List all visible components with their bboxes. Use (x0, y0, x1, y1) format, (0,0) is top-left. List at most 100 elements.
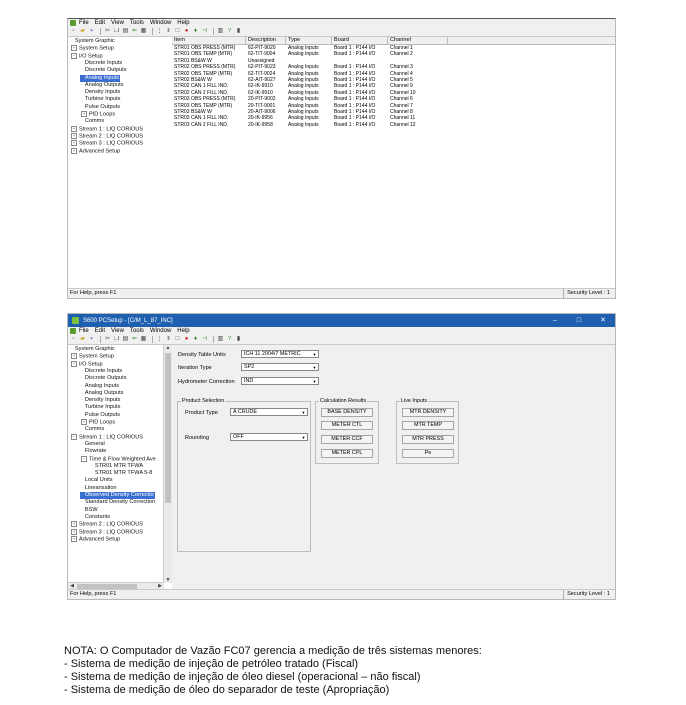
density-table-units-select[interactable]: ICH 11 2004/7 METRIC ▼ (241, 350, 319, 358)
tree-node[interactable]: Pulse Outputs (80, 412, 121, 419)
tree-node[interactable]: Stream 3 : LIQ CORIOUS (70, 529, 144, 536)
connect-icon[interactable]: ♦ (192, 28, 199, 35)
tree-node[interactable]: Observed Density Correctio (80, 492, 155, 499)
base-density-button[interactable]: BASE DENSITY (321, 408, 373, 417)
tree-icon[interactable]: ⋮ (156, 28, 163, 35)
table-row[interactable]: STR03 OBS PRESS (MTR) 20-PIT-9002 Analog I… (172, 96, 615, 102)
print-preview-icon[interactable]: ▦ (140, 28, 147, 35)
mtr-temp-button[interactable]: MTR TEMP (402, 421, 454, 430)
tree-node[interactable]: BSW (80, 507, 99, 514)
tree-node[interactable]: Pulse Outputs (80, 104, 121, 111)
menu-view[interactable]: View (111, 20, 124, 26)
tree-node[interactable]: Stream 1 : LIQ CORIOUS (70, 126, 144, 133)
mtr-press-button[interactable]: MTR PRESS (402, 435, 454, 444)
back-arrow-icon[interactable]: ⇐ (131, 28, 138, 35)
columns-icon[interactable]: ‖ (165, 28, 172, 35)
tree-node[interactable]: Density Inputs (80, 89, 121, 96)
tree-node[interactable]: Stream 2 : LIQ CORIOUS (70, 521, 144, 528)
tree-node[interactable]: STR01 MTR TFWA (90, 463, 144, 470)
menu-view[interactable]: View (111, 328, 124, 334)
tree-node[interactable]: Discrete Inputs (80, 60, 123, 67)
hydrometer-correction-select[interactable]: IND ▼ (241, 377, 319, 385)
open-folder-icon[interactable]: ▰ (79, 28, 86, 35)
tree-node[interactable]: Stream 1 : LIQ CORIOUS (70, 434, 144, 441)
tree-node[interactable]: Density Inputs (80, 397, 121, 404)
stop-icon[interactable]: ● (183, 336, 190, 343)
tree-node[interactable]: PID Loops (80, 419, 116, 426)
table-row[interactable]: STR02 CAN 2 FILL IND. 62-IK-9910 Analog In… (172, 90, 615, 96)
tree-node[interactable]: System Setup (70, 45, 115, 52)
tree-node[interactable]: Advanced Setup (70, 148, 121, 155)
print-preview-icon[interactable]: ▦ (140, 336, 147, 343)
paste-icon[interactable]: ▤ (122, 28, 129, 35)
save-icon[interactable]: ▪ (88, 336, 95, 343)
tree-node[interactable]: Analog Outputs (80, 82, 124, 89)
menu-file[interactable]: File (79, 328, 89, 334)
table-row[interactable]: STR01 OBS PRESS (MTR) 62-PIT-9020 Analog I… (172, 45, 615, 51)
tree-node[interactable]: System Graphic (70, 38, 116, 45)
save-icon[interactable]: ▪ (88, 28, 95, 35)
tree-node[interactable]: Discrete Outputs (80, 67, 128, 74)
tree-node[interactable]: Stream 3 : LIQ CORIOUS (70, 140, 144, 147)
help-icon[interactable]: ? (226, 336, 233, 343)
tree-node[interactable]: Time & Flow Weighted Ave (80, 456, 157, 463)
meter-ctl-button[interactable]: METER CTL (321, 421, 373, 430)
tree-node[interactable]: Discrete Outputs (80, 375, 128, 382)
mtr-density-button[interactable]: MTR DENSITY (402, 408, 454, 417)
menu-edit[interactable]: Edit (95, 328, 105, 334)
tree-node[interactable]: System Graphic (70, 346, 116, 353)
rectangle-icon[interactable]: □ (174, 336, 181, 343)
copy-icon[interactable]: ❐ (113, 336, 120, 343)
tree-node[interactable]: Analog Outputs (80, 390, 124, 397)
tree-vertical-scrollbar[interactable]: ▲ ▼ (163, 345, 172, 583)
transfer-icon[interactable]: ⊣ (201, 28, 208, 35)
tree-node[interactable]: Analog Inputs (80, 383, 120, 390)
tree-node[interactable]: Flowrate (80, 448, 107, 455)
tree-node[interactable]: Discrete Inputs (80, 368, 123, 375)
menu-help[interactable]: Help (177, 20, 189, 26)
tree-node[interactable]: Standard Density Correction (80, 499, 156, 506)
open-folder-icon[interactable]: ▰ (79, 336, 86, 343)
table-row[interactable]: STR01 OBS TEMP (MTR) 62-TIT-9004 Analog In… (172, 51, 615, 57)
tree-node[interactable]: Advanced Setup (70, 536, 121, 543)
minimize-icon[interactable]: – (543, 314, 567, 327)
menu-window[interactable]: Window (150, 328, 171, 334)
new-file-icon[interactable]: ▫ (70, 28, 77, 35)
tree-node[interactable]: I/O Setup (70, 361, 104, 368)
paste-icon[interactable]: ▤ (122, 336, 129, 343)
table-row[interactable]: STR01 BS&W W Unassigned (172, 58, 615, 64)
tree-node[interactable]: Comms (80, 118, 105, 125)
column-header-type[interactable]: Type (286, 37, 332, 44)
table-row[interactable]: STR03 OBS TEMP (MTR) 20-TIT-9001 Analog In… (172, 103, 615, 109)
help-icon[interactable]: ? (226, 28, 233, 35)
tree-node[interactable]: Constants (80, 514, 111, 521)
table-row[interactable]: STR03 CAN 1 FILL IND. 20-IK-9956 Analog In… (172, 115, 615, 121)
table-row[interactable]: STR02 OBS PRESS (MTR) 62-PIT-9023 Analog I… (172, 64, 615, 70)
back-arrow-icon[interactable]: ⇐ (131, 336, 138, 343)
tree-node[interactable]: Turbine Inputs (80, 96, 121, 103)
copy-icon[interactable]: ❐ (113, 28, 120, 35)
column-header-channel[interactable]: Channel (388, 37, 448, 44)
columns-icon[interactable]: ‖ (165, 336, 172, 343)
print-icon[interactable]: ▥ (217, 336, 224, 343)
tree-node[interactable]: Linearisation (80, 485, 118, 492)
table-row[interactable]: STR02 BS&W W 62-AIT-9027 Analog Inputs Boar… (172, 77, 615, 83)
tree-node[interactable]: I/O Setup (70, 53, 104, 60)
menu-edit[interactable]: Edit (95, 20, 105, 26)
tree-node[interactable]: Stream 2 : LIQ CORIOUS (70, 133, 144, 140)
column-header-board[interactable]: Board (332, 37, 388, 44)
stop-icon[interactable]: ● (183, 28, 190, 35)
table-row[interactable]: STR02 OBS TEMP (MTR) 62-TIT-9024 Analog In… (172, 71, 615, 77)
new-file-icon[interactable]: ▫ (70, 336, 77, 343)
print-icon[interactable]: ▥ (217, 28, 224, 35)
rounding-select[interactable]: OFF ▼ (230, 433, 308, 441)
cut-icon[interactable]: ✂ (104, 28, 111, 35)
product-type-select[interactable]: A CRUDE ▼ (230, 408, 308, 416)
iteration-type-select[interactable]: SP2 ▼ (241, 363, 319, 371)
scroll-up-icon[interactable]: ▲ (164, 345, 172, 351)
menu-tools[interactable]: Tools (130, 328, 144, 334)
column-header-description[interactable]: Description (246, 37, 286, 44)
table-row[interactable]: STR03 CAN 2 FILL IND. 20-IK-9958 Analog In… (172, 122, 615, 128)
table-row[interactable]: STR03 BS&W W 20-AIT-9006 Analog Inputs Boar… (172, 109, 615, 115)
tree-node[interactable]: Local Units (80, 477, 114, 484)
